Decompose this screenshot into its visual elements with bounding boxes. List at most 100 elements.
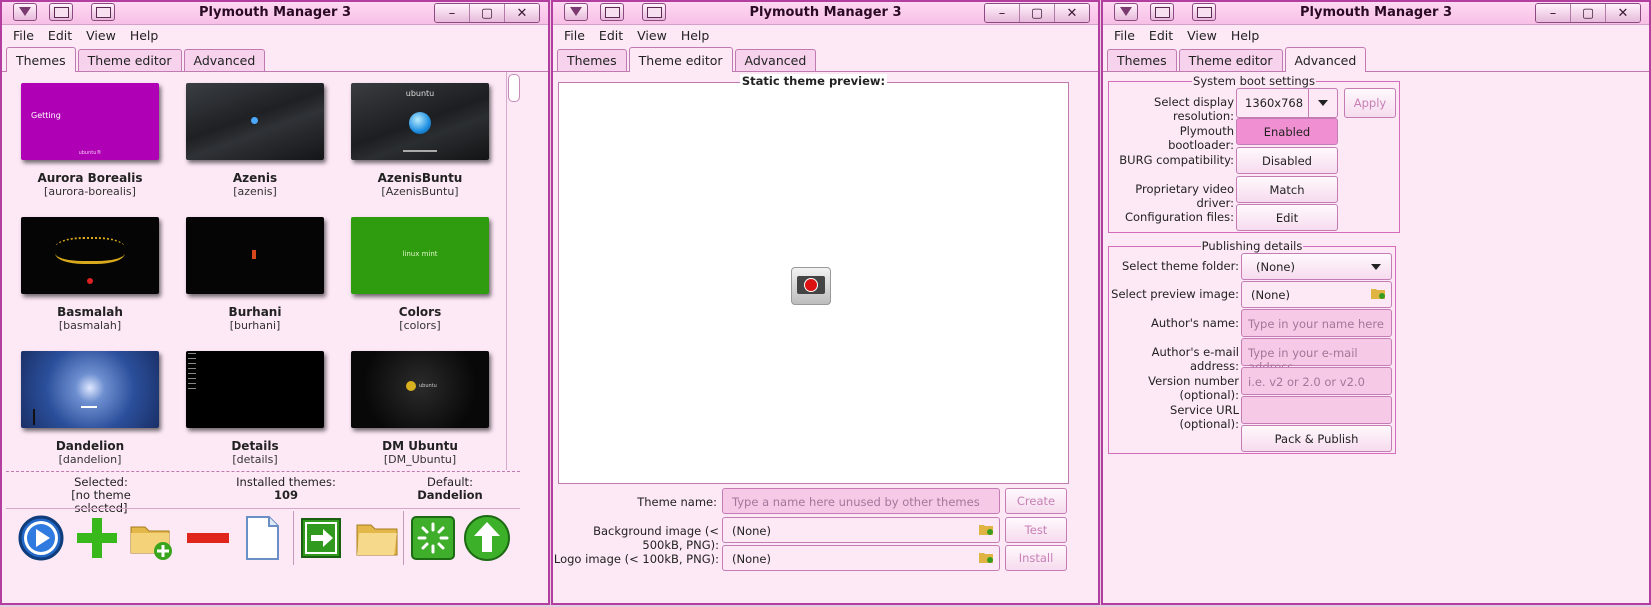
menu-edit[interactable]: Edit [41,28,79,43]
menu-help[interactable]: Help [123,28,166,43]
window-controls: – ▢ ✕ [984,3,1090,23]
tab-theme-editor[interactable]: Theme editor [1178,49,1283,71]
folder-icon [979,553,993,563]
theme-item[interactable]: ubuntu DM Ubuntu [DM_Ubuntu] [345,351,495,466]
theme-grid-scrollbar[interactable] [506,72,520,470]
tab-themes[interactable]: Themes [557,49,627,71]
theme-item[interactable]: Burhani [burhani] [180,217,330,332]
tab-advanced[interactable]: Advanced [1284,47,1367,72]
play-icon[interactable] [16,513,68,565]
loading-icon[interactable] [408,513,460,565]
maximize-icon[interactable]: ▢ [469,4,504,22]
background-image-value: (None) [732,524,771,538]
tab-advanced[interactable]: Advanced [734,49,817,71]
folder-add-icon[interactable] [127,513,179,565]
resolution-label: Select display resolution: [1154,95,1234,123]
theme-item[interactable]: Basmalah [basmalah] [15,217,165,332]
folder-icon[interactable] [352,513,404,565]
bootloader-toggle[interactable]: Enabled [1236,118,1338,145]
tab-advanced[interactable]: Advanced [183,49,266,71]
theme-thumbnail: Getting ubuntu® [21,83,159,160]
burg-toggle[interactable]: Disabled [1236,147,1338,174]
scrollbar-thumb[interactable] [508,74,520,102]
install-button[interactable]: Install [1005,545,1067,571]
menu-edit[interactable]: Edit [592,28,630,43]
menu-view[interactable]: View [79,28,123,43]
theme-item[interactable]: ubuntu AzenisBuntu [AzenisBuntu] [345,83,495,198]
tab-themes[interactable]: Themes [1107,49,1177,71]
theme-item[interactable]: Dandelion [dandelion] [15,351,165,466]
close-icon[interactable]: ✕ [1054,4,1089,22]
menu-edit[interactable]: Edit [1142,28,1180,43]
minimize-icon[interactable]: – [435,4,469,22]
test-button[interactable]: Test [1005,517,1067,543]
preview-image-label: Select preview image: [1111,287,1239,301]
menu-file[interactable]: File [1107,28,1142,43]
advanced-window: Plymouth Manager 3 – ▢ ✕ File Edit View … [1101,0,1651,605]
thumbnail-subtext: ubuntu® [78,150,102,156]
config-files-button[interactable]: Edit [1236,204,1338,231]
export-icon[interactable] [297,513,349,565]
theme-folder-value: (None) [1256,259,1295,274]
theme-grid: Getting ubuntu® Aurora Borealis [aurora-… [6,72,504,470]
menu-view[interactable]: View [1180,28,1224,43]
remove-icon[interactable] [183,513,235,565]
theme-name-input[interactable]: Type a name here unused by other themes [722,488,1000,514]
pack-publish-button[interactable]: Pack & Publish [1241,425,1392,452]
author-name-label: Author's name: [1150,316,1239,330]
menu-view[interactable]: View [630,28,674,43]
tab-theme-editor[interactable]: Theme editor [77,49,182,71]
window-controls: – ▢ ✕ [434,3,540,23]
maximize-icon[interactable]: ▢ [1570,4,1605,22]
theme-item[interactable]: linux mint Colors [colors] [345,217,495,332]
theme-name: Colors [398,305,442,319]
tab-theme-editor[interactable]: Theme editor [628,47,733,72]
theme-thumbnail [186,217,324,294]
service-url-input[interactable] [1241,396,1392,424]
preview-image-chooser[interactable]: (None) [1241,281,1392,308]
theme-id: [aurora-borealis] [44,185,136,198]
upload-icon[interactable] [462,513,514,565]
version-input[interactable]: i.e. v2 or 2.0 or v2.0 [1241,367,1392,395]
theme-name: Basmalah [57,305,123,319]
theme-thumbnail: ubuntu [351,351,489,428]
document-icon[interactable] [237,513,289,565]
theme-item[interactable]: Details [details] [180,351,330,466]
theme-name: Details [231,439,279,453]
theme-name: Dandelion [55,439,125,453]
menu-help[interactable]: Help [674,28,717,43]
author-name-input[interactable]: Type in your name here [1241,309,1392,337]
add-icon[interactable] [72,513,124,565]
background-image-label: Background image (< 500kB, PNG): [593,524,719,552]
title-bar: Plymouth Manager 3 – ▢ ✕ [2,2,548,25]
menu-file[interactable]: File [6,28,41,43]
theme-name: Azenis [232,171,278,185]
theme-thumbnail: linux mint [351,217,489,294]
theme-id: [DM_Ubuntu] [383,453,457,466]
theme-item[interactable]: Getting ubuntu® Aurora Borealis [aurora-… [15,83,165,198]
folder-icon [1371,289,1385,299]
author-email-input[interactable]: Type in your e-mail address [1241,338,1392,374]
apply-button[interactable]: Apply [1344,88,1396,118]
close-icon[interactable]: ✕ [1605,4,1640,22]
maximize-icon[interactable]: ▢ [1019,4,1054,22]
close-icon[interactable]: ✕ [504,4,539,22]
menu-help[interactable]: Help [1224,28,1267,43]
theme-thumbnail [186,83,324,160]
theme-folder-select[interactable]: (None) [1241,253,1392,280]
create-button[interactable]: Create [1005,488,1067,514]
thumbnail-text: Getting [31,111,61,120]
minimize-icon[interactable]: – [985,4,1019,22]
theme-name-label: Theme name: [637,495,717,509]
menu-file[interactable]: File [557,28,592,43]
theme-id: [details] [232,453,278,466]
resolution-select[interactable]: 1360x768 [1236,88,1338,118]
background-image-chooser[interactable]: (None) [722,517,1000,543]
minimize-icon[interactable]: – [1536,4,1570,22]
video-driver-button[interactable]: Match [1236,176,1338,203]
title-bar: Plymouth Manager 3 – ▢ ✕ [553,2,1098,25]
tab-themes[interactable]: Themes [6,47,76,72]
logo-image-chooser[interactable]: (None) [722,545,1000,571]
author-email-label: Author's e-mail address: [1151,345,1239,373]
theme-item[interactable]: Azenis [azenis] [180,83,330,198]
